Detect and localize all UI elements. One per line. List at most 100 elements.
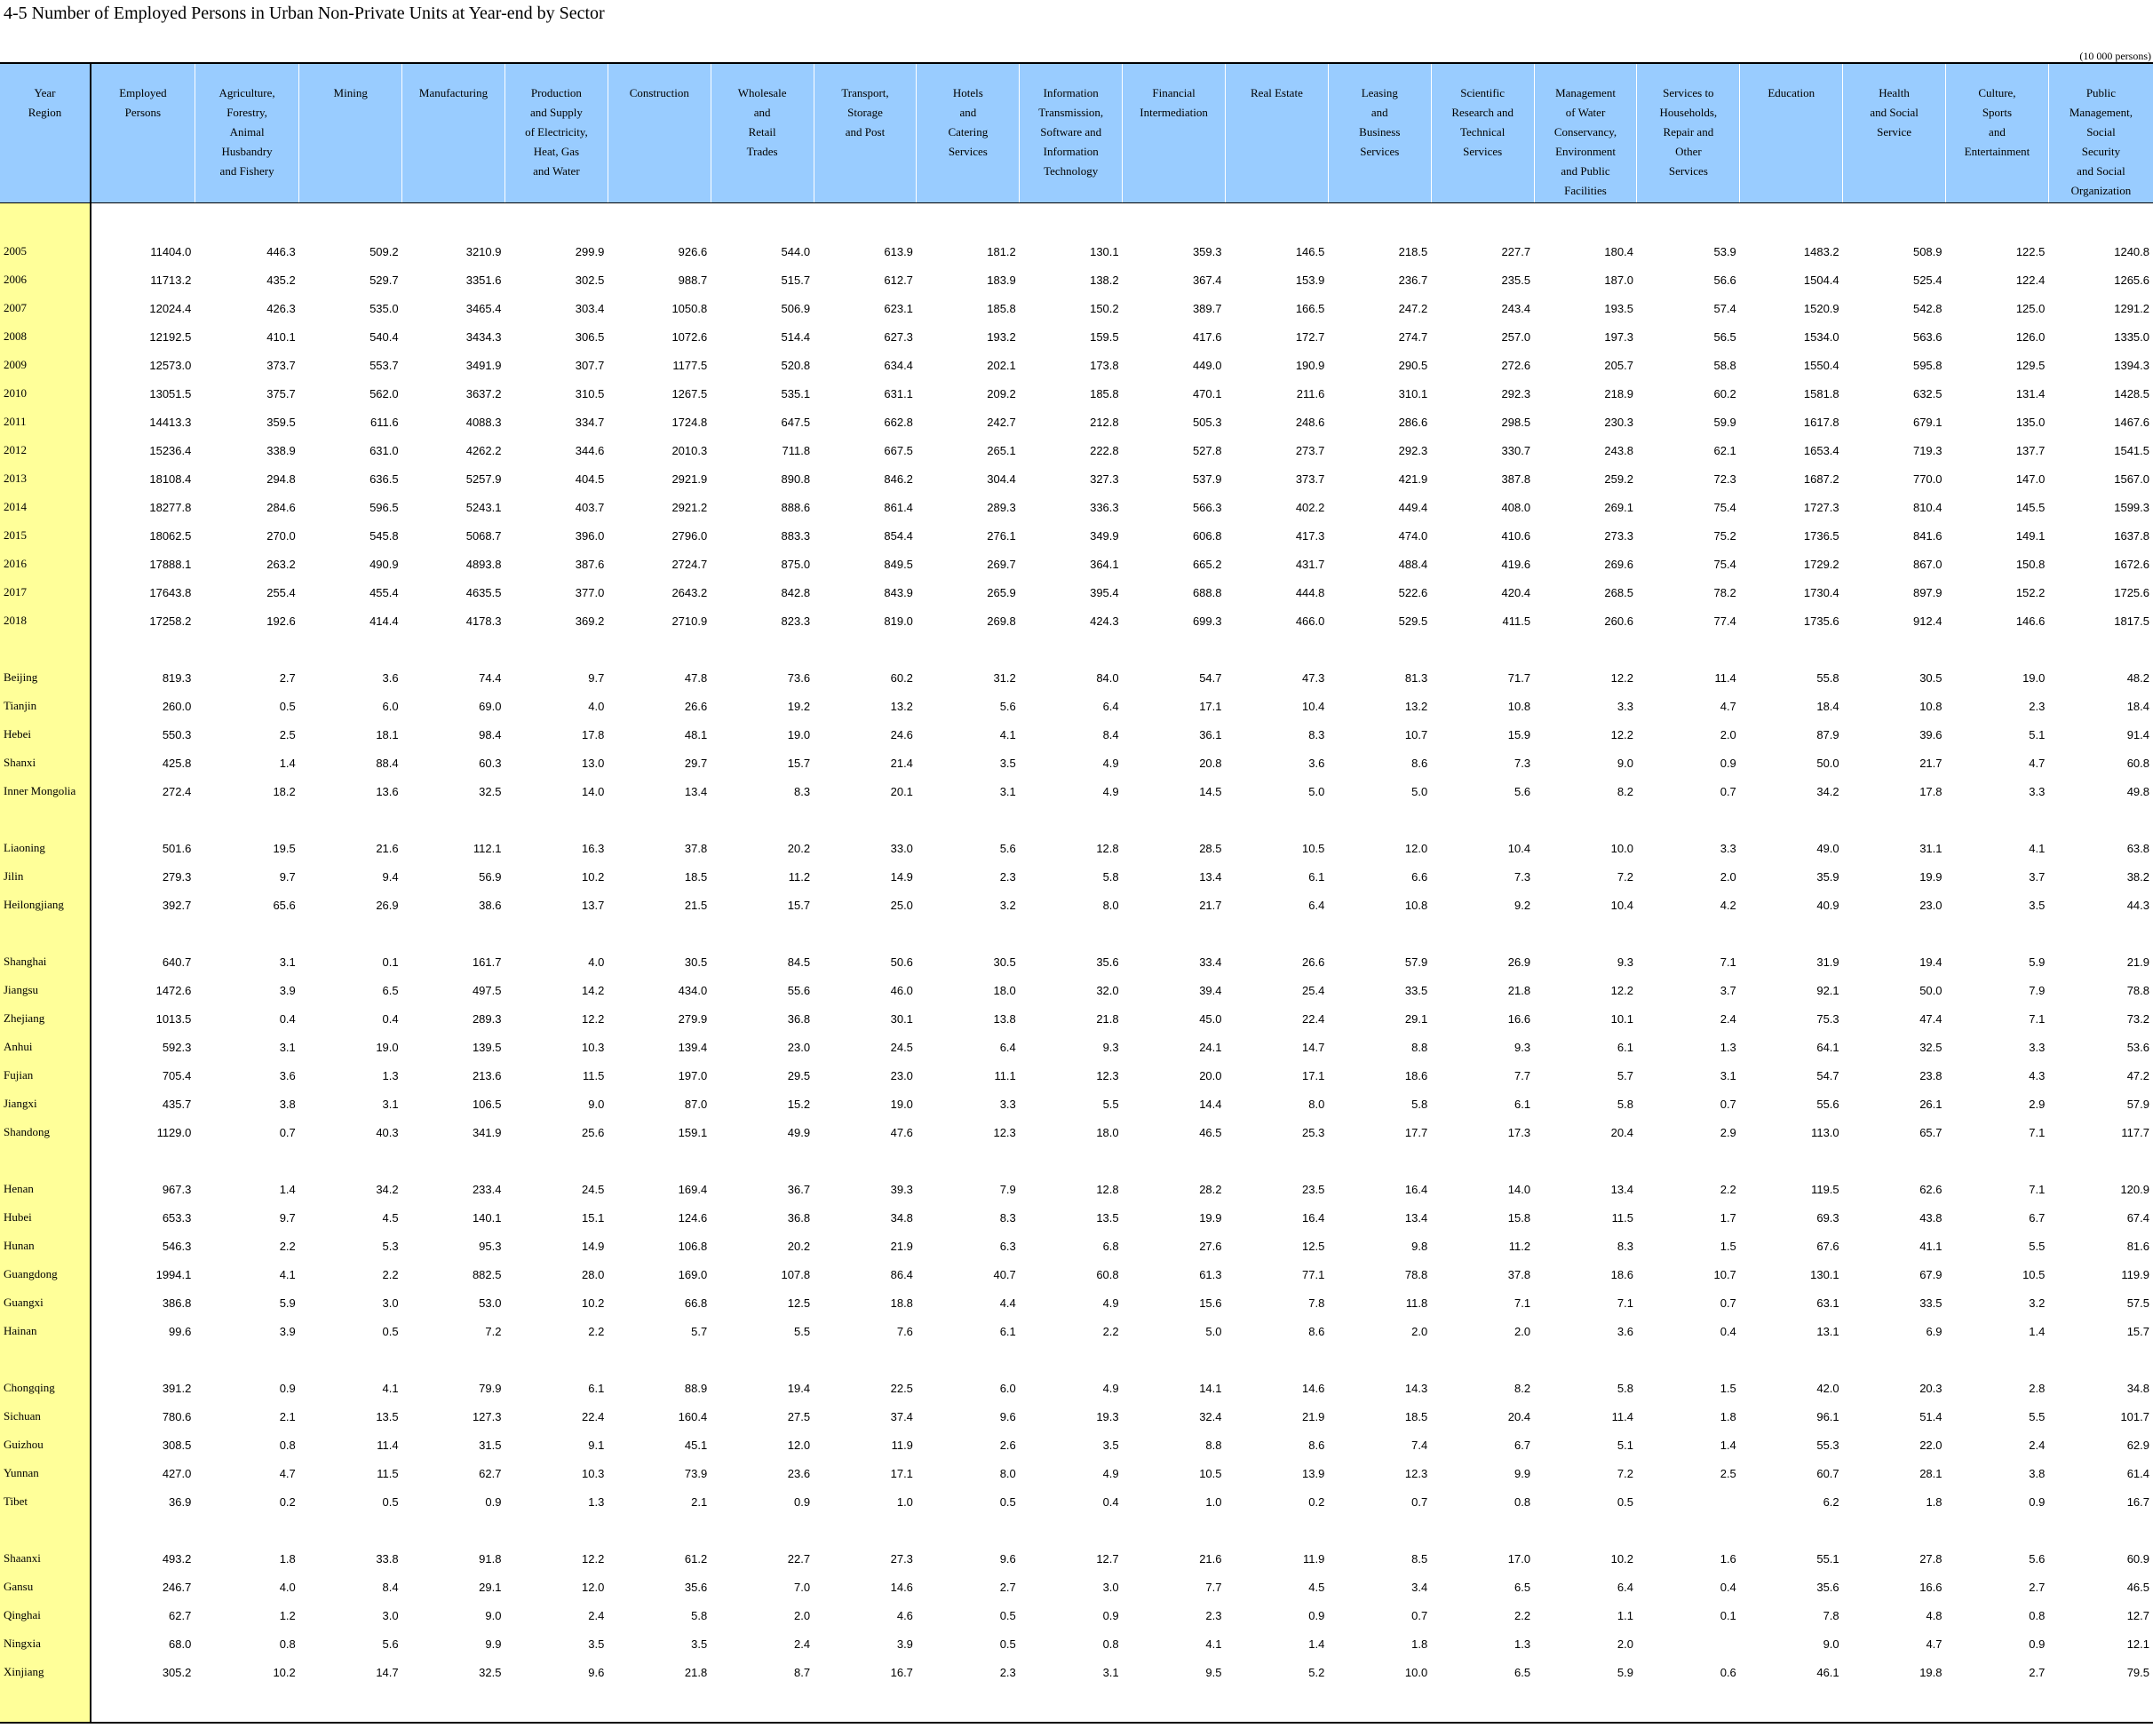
column-header-region: Year Region — [0, 62, 91, 203]
table-cell: 596.5 — [369, 500, 399, 514]
table-cell: 227.7 — [1501, 244, 1531, 258]
table-cell: 125.0 — [2015, 301, 2046, 315]
table-cell: 236.7 — [1398, 273, 1428, 287]
header-row: Year Region Employed Persons Agriculture, … — [0, 62, 2153, 203]
table-cell: 146.5 — [1295, 244, 1325, 258]
table-cell: 273.3 — [1604, 528, 1633, 543]
table-cell: 6.1 — [1514, 1097, 1531, 1111]
table-cell: 307.7 — [575, 358, 605, 372]
column-header: Construction — [607, 62, 711, 203]
table-cell: 26.9 — [1507, 955, 1531, 969]
table-row: Fujian 705.4 3.6 1.3 213.6 11.5 197.0 29.5 23.0 1… — [0, 1061, 2153, 1090]
table-cell: 9.0 — [485, 1608, 502, 1622]
table-cell: 14.1 — [1199, 1381, 1222, 1395]
row-label: 2008 — [0, 322, 91, 351]
table-cell: 35.6 — [1096, 955, 1119, 969]
table-cell: 4.7 — [2029, 756, 2046, 770]
table-cell: 10.2 — [582, 1296, 605, 1310]
table-row: Xinjiang 305.2 10.2 14.7 32.5 9.6 21.8 8.7 16.7 2… — [0, 1658, 2153, 1686]
table-cell: 25.6 — [582, 1125, 605, 1139]
table-cell: 2.2 — [588, 1324, 605, 1338]
column-header: Production and Supply of Electricity, He… — [504, 62, 608, 203]
table-cell: 67.9 — [1919, 1267, 1942, 1281]
table-cell: 553.7 — [369, 358, 399, 372]
table-cell: 10.7 — [1713, 1267, 1736, 1281]
table-cell: 6.4 — [1308, 898, 1325, 912]
table-cell: 10.5 — [1199, 1466, 1222, 1480]
table-cell: 20.3 — [1919, 1381, 1942, 1395]
row-label: Jilin — [0, 862, 91, 891]
table-row: Jiangsu 1472.6 3.9 6.5 497.5 14.2 434.0 55.6 46.… — [0, 976, 2153, 1004]
table-cell: 509.2 — [369, 244, 399, 258]
table-cell: 166.5 — [1295, 301, 1325, 315]
table-cell: 7.2 — [1617, 1466, 1633, 1480]
table-cell: 14.9 — [890, 869, 913, 884]
table-cell: 11.2 — [1508, 1239, 1531, 1253]
table-cell: 22.7 — [787, 1551, 811, 1566]
table-cell: 359.5 — [266, 415, 296, 429]
table-cell: 849.5 — [884, 557, 913, 571]
table-cell: 8.7 — [793, 1665, 811, 1679]
table-cell: 21.8 — [1096, 1011, 1119, 1026]
table-cell: 810.4 — [1912, 500, 1942, 514]
table-cell: 45.0 — [1199, 1011, 1222, 1026]
table-cell: 6.4 — [999, 1040, 1016, 1054]
table-cell: 4178.3 — [465, 614, 502, 628]
table-cell: 27.8 — [1919, 1551, 1942, 1566]
table-cell: 6.5 — [1514, 1580, 1531, 1594]
table-cell: 5.1 — [1617, 1438, 1633, 1452]
table-cell: 36.8 — [787, 1210, 811, 1225]
table-cell: 1994.1 — [155, 1267, 192, 1281]
table-cell: 550.3 — [162, 727, 192, 741]
table-cell: 2.9 — [2029, 1097, 2046, 1111]
column-header: Real Estate — [1225, 62, 1329, 203]
table-cell: 7.1 — [2029, 1182, 2046, 1196]
table-cell: 647.5 — [781, 415, 811, 429]
table-cell: 640.7 — [162, 955, 192, 969]
table-cell: 47.2 — [2126, 1068, 2149, 1082]
table-cell: 47.3 — [1302, 670, 1325, 685]
table-cell: 12.1 — [2126, 1637, 2149, 1651]
table-cell: 2.0 — [1617, 1637, 1633, 1651]
table-cell: 2.1 — [279, 1409, 296, 1423]
table-cell: 18062.5 — [149, 528, 192, 543]
table-cell: 18277.8 — [149, 500, 192, 514]
table-cell: 392.7 — [162, 898, 192, 912]
table-cell: 0.4 — [1720, 1580, 1736, 1594]
table-cell: 28.2 — [1199, 1182, 1222, 1196]
table-cell: 8.3 — [999, 1210, 1016, 1225]
table-cell: 1.0 — [1205, 1494, 1222, 1509]
table-cell: 91.8 — [479, 1551, 502, 1566]
table-cell: 2.2 — [1102, 1324, 1119, 1338]
table-cell: 338.9 — [266, 443, 296, 457]
table-cell: 12.5 — [1302, 1239, 1325, 1253]
table-cell: 12.2 — [582, 1551, 605, 1566]
table-cell: 349.9 — [1090, 528, 1119, 543]
table-cell: 6.5 — [382, 983, 399, 997]
table-cell: 1672.6 — [2114, 557, 2149, 571]
table-cell: 15.7 — [787, 756, 811, 770]
table-cell: 30.5 — [993, 955, 1016, 969]
table-cell: 292.3 — [1398, 443, 1428, 457]
table-cell: 359.3 — [1192, 244, 1222, 258]
table-cell: 6.2 — [1823, 1494, 1839, 1509]
table-cell: 124.6 — [678, 1210, 708, 1225]
row-label: Liaoning — [0, 834, 91, 862]
table-cell: 73.2 — [2126, 1011, 2149, 1026]
column-header: Public Management, Social Security and S… — [2047, 62, 2153, 203]
table-cell: 424.3 — [1090, 614, 1119, 628]
table-cell: 0.2 — [279, 1494, 296, 1509]
table-cell: 2.0 — [1514, 1324, 1531, 1338]
table-cell: 21.6 — [376, 841, 399, 855]
table-cell: 65.6 — [273, 898, 296, 912]
table-cell: 7.1 — [1720, 955, 1736, 969]
table-cell: 8.0 — [1102, 898, 1119, 912]
table-cell: 3.3 — [1617, 699, 1633, 713]
table-cell: 8.3 — [793, 784, 811, 798]
table-cell: 4.9 — [1102, 1296, 1119, 1310]
table-cell: 9.9 — [1514, 1466, 1531, 1480]
table-cell: 9.9 — [485, 1637, 502, 1651]
table-cell: 5.5 — [2029, 1239, 2046, 1253]
table-cell: 4.4 — [999, 1296, 1016, 1310]
table-cell: 25.4 — [1302, 983, 1325, 997]
